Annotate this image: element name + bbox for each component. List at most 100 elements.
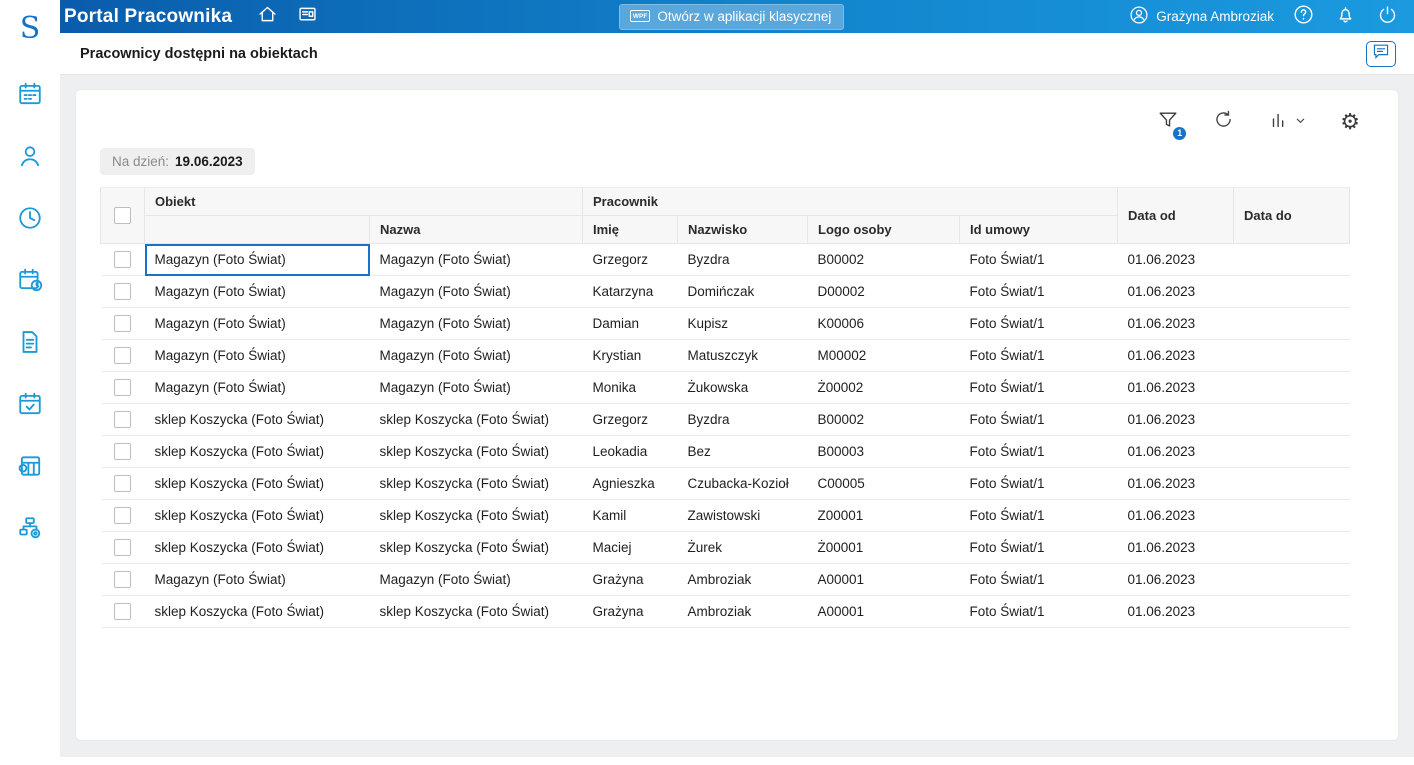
cell-imie[interactable]: Grzegorz xyxy=(582,403,678,436)
cell-imie[interactable]: Damian xyxy=(582,307,678,340)
cell-imie[interactable]: Grażyna xyxy=(582,595,678,628)
cell-umowa[interactable]: Foto Świat/1 xyxy=(959,499,1118,532)
cell-nazwa[interactable]: sklep Koszycka (Foto Świat) xyxy=(369,403,583,436)
cell-nazwa[interactable]: Magazyn (Foto Świat) xyxy=(369,307,583,340)
sidebar-item-schedule[interactable] xyxy=(16,268,44,296)
home-button[interactable] xyxy=(254,4,280,30)
cell-nazwa[interactable]: sklep Koszycka (Foto Świat) xyxy=(369,467,583,500)
cell-logo[interactable]: A00001 xyxy=(807,563,960,596)
cell-logo[interactable]: A00001 xyxy=(807,595,960,628)
cell-do[interactable] xyxy=(1233,499,1350,532)
cell-nazwa[interactable]: sklep Koszycka (Foto Świat) xyxy=(369,595,583,628)
cell-do[interactable] xyxy=(1233,467,1350,500)
header-pracownik[interactable]: Pracownik xyxy=(581,187,1119,216)
row-checkbox[interactable] xyxy=(114,315,131,332)
sidebar-item-reports[interactable] xyxy=(16,454,44,482)
cell-imie[interactable]: Krystian xyxy=(582,339,678,372)
cell-obiekt[interactable]: sklep Koszycka (Foto Świat) xyxy=(144,499,370,532)
cell-od[interactable]: 01.06.2023 xyxy=(1117,371,1234,404)
cell-od[interactable]: 01.06.2023 xyxy=(1117,435,1234,468)
sidebar-item-structure[interactable] xyxy=(16,516,44,544)
header-logo-osoby[interactable]: Logo osoby xyxy=(807,215,960,244)
row-checkbox[interactable] xyxy=(114,251,131,268)
header-imie[interactable]: Imię xyxy=(582,215,678,244)
as-of-date-chip[interactable]: Na dzień: 19.06.2023 xyxy=(100,148,255,175)
row-checkbox[interactable] xyxy=(114,475,131,492)
cell-od[interactable]: 01.06.2023 xyxy=(1117,563,1234,596)
cell-nazwa[interactable]: sklep Koszycka (Foto Świat) xyxy=(369,531,583,564)
row-checkbox[interactable] xyxy=(114,571,131,588)
cell-imie[interactable]: Kamil xyxy=(582,499,678,532)
cell-logo[interactable]: Ż00002 xyxy=(807,371,960,404)
cell-logo[interactable]: C00005 xyxy=(807,467,960,500)
cell-logo[interactable]: D00002 xyxy=(807,275,960,308)
cell-imie[interactable]: Katarzyna xyxy=(582,275,678,308)
cell-nazwa[interactable]: Magazyn (Foto Świat) xyxy=(369,339,583,372)
cell-obiekt[interactable]: sklep Koszycka (Foto Świat) xyxy=(144,435,370,468)
chart-view-button[interactable] xyxy=(1268,109,1306,136)
cell-obiekt[interactable]: Magazyn (Foto Świat) xyxy=(144,243,370,276)
cell-do[interactable] xyxy=(1233,531,1350,564)
header-id-umowy[interactable]: Id umowy xyxy=(958,215,1119,244)
sidebar-item-time[interactable] xyxy=(16,206,44,234)
user-menu[interactable]: Grażyna Ambroziak xyxy=(1129,5,1274,28)
row-checkbox[interactable] xyxy=(114,283,131,300)
notifications-button[interactable] xyxy=(1332,4,1358,30)
cell-od[interactable]: 01.06.2023 xyxy=(1117,275,1234,308)
cell-nazwisko[interactable]: Ambroziak xyxy=(677,595,808,628)
cell-obiekt[interactable]: sklep Koszycka (Foto Świat) xyxy=(144,467,370,500)
cell-imie[interactable]: Agnieszka xyxy=(582,467,678,500)
cell-nazwa[interactable]: sklep Koszycka (Foto Świat) xyxy=(369,435,583,468)
header-data-do[interactable]: Data do xyxy=(1233,187,1351,244)
cell-nazwisko[interactable]: Żurek xyxy=(677,531,808,564)
cell-umowa[interactable]: Foto Świat/1 xyxy=(959,467,1118,500)
cell-nazwisko[interactable]: Ambroziak xyxy=(677,563,808,596)
row-checkbox[interactable] xyxy=(114,443,131,460)
news-panel-button[interactable] xyxy=(294,4,320,30)
sidebar-item-employees[interactable] xyxy=(16,144,44,172)
cell-logo[interactable]: B00003 xyxy=(807,435,960,468)
sidebar-item-documents[interactable] xyxy=(16,330,44,358)
cell-nazwisko[interactable]: Bez xyxy=(677,435,808,468)
cell-obiekt[interactable]: Magazyn (Foto Świat) xyxy=(144,275,370,308)
cell-umowa[interactable]: Foto Świat/1 xyxy=(959,275,1118,308)
cell-nazwa[interactable]: Magazyn (Foto Świat) xyxy=(369,563,583,596)
row-checkbox[interactable] xyxy=(114,347,131,364)
cell-umowa[interactable]: Foto Świat/1 xyxy=(959,531,1118,564)
help-button[interactable] xyxy=(1290,4,1316,30)
cell-umowa[interactable]: Foto Świat/1 xyxy=(959,243,1118,276)
cell-do[interactable] xyxy=(1233,371,1350,404)
cell-umowa[interactable]: Foto Świat/1 xyxy=(959,371,1118,404)
cell-imie[interactable]: Grzegorz xyxy=(582,243,678,276)
cell-obiekt[interactable]: sklep Koszycka (Foto Świat) xyxy=(144,595,370,628)
cell-nazwisko[interactable]: Zawistowski xyxy=(677,499,808,532)
cell-nazwa[interactable]: sklep Koszycka (Foto Świat) xyxy=(369,499,583,532)
cell-nazwisko[interactable]: Byzdra xyxy=(677,243,808,276)
sidebar-item-requests[interactable] xyxy=(16,392,44,420)
cell-logo[interactable]: Z00001 xyxy=(807,499,960,532)
row-checkbox[interactable] xyxy=(114,603,131,620)
cell-nazwisko[interactable]: Żukowska xyxy=(677,371,808,404)
row-checkbox[interactable] xyxy=(114,507,131,524)
select-all-checkbox[interactable] xyxy=(114,207,131,225)
cell-od[interactable]: 01.06.2023 xyxy=(1117,403,1234,436)
cell-obiekt[interactable]: sklep Koszycka (Foto Świat) xyxy=(144,403,370,436)
cell-od[interactable]: 01.06.2023 xyxy=(1117,243,1234,276)
cell-umowa[interactable]: Foto Świat/1 xyxy=(959,339,1118,372)
feedback-button[interactable] xyxy=(1366,40,1396,67)
cell-do[interactable] xyxy=(1233,403,1350,436)
cell-do[interactable] xyxy=(1233,435,1350,468)
cell-umowa[interactable]: Foto Świat/1 xyxy=(959,403,1118,436)
header-data-od[interactable]: Data od xyxy=(1117,187,1235,244)
cell-od[interactable]: 01.06.2023 xyxy=(1117,339,1234,372)
cell-od[interactable]: 01.06.2023 xyxy=(1117,499,1234,532)
cell-obiekt[interactable]: Magazyn (Foto Świat) xyxy=(144,371,370,404)
cell-nazwisko[interactable]: Czubacka-Kozioł xyxy=(677,467,808,500)
cell-obiekt[interactable]: Magazyn (Foto Świat) xyxy=(144,339,370,372)
cell-obiekt[interactable]: Magazyn (Foto Świat) xyxy=(144,307,370,340)
cell-umowa[interactable]: Foto Świat/1 xyxy=(959,563,1118,596)
cell-logo[interactable]: B00002 xyxy=(807,243,960,276)
cell-logo[interactable]: B00002 xyxy=(807,403,960,436)
cell-nazwisko[interactable]: Domińczak xyxy=(677,275,808,308)
header-nazwa[interactable]: Nazwa xyxy=(369,215,583,244)
